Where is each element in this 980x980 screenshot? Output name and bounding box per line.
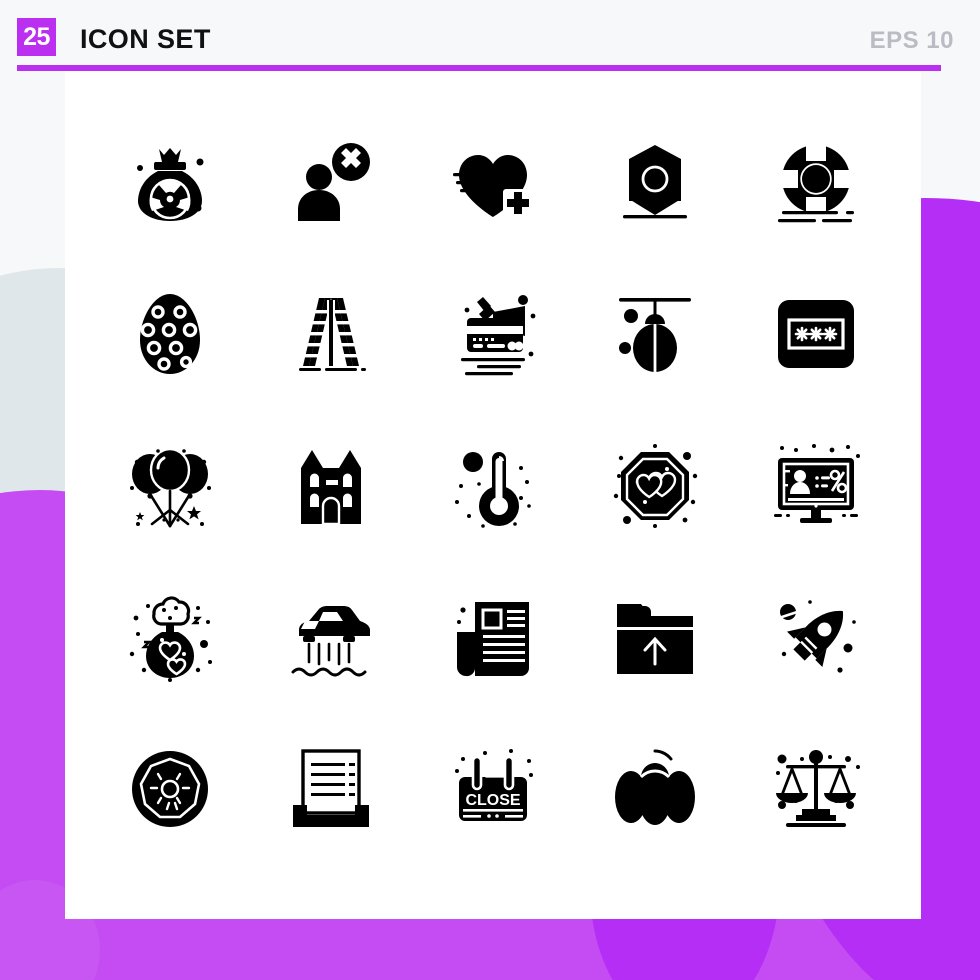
icon-cell-14[interactable]: [574, 410, 736, 562]
password-field-icon: [778, 300, 855, 369]
thermometer-icon: [454, 451, 531, 528]
icon-cell-6[interactable]: [89, 259, 251, 411]
monitor-profile-percent-icon: [774, 443, 861, 523]
icon-cell-15[interactable]: [735, 410, 897, 562]
close-sign-text: CLOSE: [465, 792, 520, 809]
icon-count-badge: 25: [17, 18, 56, 56]
icon-cell-22[interactable]: [251, 713, 413, 865]
user-remove-icon: [298, 142, 371, 221]
icon-cell-10[interactable]: [735, 259, 897, 411]
icon-cell-20[interactable]: [735, 562, 897, 714]
icon-cell-3[interactable]: [412, 107, 574, 259]
step-ladder-icon: [299, 298, 367, 372]
nuclear-waste-bag-icon: [136, 147, 204, 221]
balance-scales-icon: [776, 750, 861, 828]
heart-plus-icon: [452, 154, 533, 219]
flying-car-icon: [291, 605, 371, 677]
icon-set-poster: 25 Icon Set EPS 10: [0, 0, 980, 980]
balloons-icon: [129, 447, 211, 528]
icon-cell-23[interactable]: CLOSE: [412, 713, 574, 865]
donut-icon: [131, 751, 208, 828]
icon-cell-18[interactable]: [412, 562, 574, 714]
icon-cell-5[interactable]: [735, 107, 897, 259]
icon-cell-19[interactable]: [574, 562, 736, 714]
icon-cell-12[interactable]: [251, 410, 413, 562]
poster-header: 25 Icon Set EPS 10: [0, 0, 980, 72]
close-sign-icon: CLOSE: [454, 749, 533, 822]
icon-cell-17[interactable]: [251, 562, 413, 714]
icon-cell-9[interactable]: [574, 259, 736, 411]
hanging-ladybug-icon: [618, 298, 691, 373]
capsule-package-icon: [622, 144, 687, 219]
news-document-icon: [456, 601, 529, 676]
icon-cell-16[interactable]: [89, 562, 251, 714]
rocket-icon: [776, 599, 856, 673]
credit-card-party-icon: [460, 295, 536, 376]
lifebuoy-icon: [778, 144, 855, 222]
icon-cell-24[interactable]: [574, 713, 736, 865]
olives-icon: [614, 749, 695, 826]
folder-upload-icon: [616, 603, 693, 674]
easter-egg-icon: [139, 294, 200, 375]
icon-cell-4[interactable]: [574, 107, 736, 259]
hearts-badge-icon: [613, 443, 697, 528]
eps-version-label: EPS 10: [869, 27, 954, 54]
page-title: Icon Set: [80, 24, 211, 54]
document-tray-icon: [293, 749, 370, 828]
love-potion-tree-icon: [129, 596, 212, 682]
icon-grid-card: CLOSE: [65, 71, 921, 919]
icon-cell-1[interactable]: [89, 107, 251, 259]
icon-cell-21[interactable]: [89, 713, 251, 865]
icon-cell-7[interactable]: [251, 259, 413, 411]
castle-icon: [301, 449, 362, 526]
icon-grid: CLOSE: [65, 71, 921, 919]
header-divider: [17, 65, 941, 71]
icon-cell-8[interactable]: [412, 259, 574, 411]
icon-cell-11[interactable]: [89, 410, 251, 562]
icon-cell-13[interactable]: [412, 410, 574, 562]
icon-cell-25[interactable]: [735, 713, 897, 865]
icon-cell-2[interactable]: [251, 107, 413, 259]
